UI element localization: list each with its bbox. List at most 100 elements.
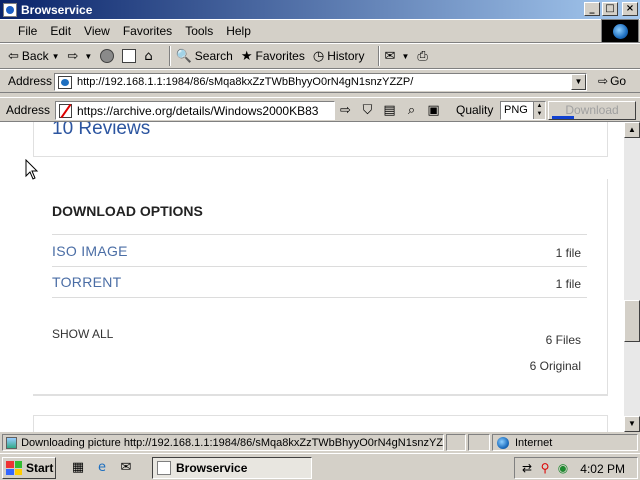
bookmark-icon[interactable]: ⛉ [359, 102, 376, 119]
search-tray-icon[interactable]: ⚲ [537, 460, 553, 476]
divider [52, 234, 587, 235]
menu-tools[interactable]: Tools [185, 24, 213, 38]
close-button[interactable]: × [622, 2, 638, 16]
outlook-express-icon[interactable]: ✉ [118, 460, 134, 476]
stop-icon [100, 49, 115, 63]
ext-address-url: https://archive.org/details/Windows2000K… [77, 103, 319, 118]
status-text-panel: Downloading picture http://192.168.1.1:1… [2, 434, 444, 451]
find-icon[interactable]: ⌕ [403, 102, 420, 119]
quality-spinner-icon[interactable]: ▲ ▼ [533, 102, 545, 119]
vertical-scrollbar[interactable]: ▲ ▼ [624, 122, 640, 432]
history-button[interactable]: ◷ History [313, 45, 365, 67]
internet-zone-icon [497, 436, 509, 449]
address-dropdown-icon[interactable]: ▼ [571, 74, 586, 90]
forward-arrow-icon: ⇨ [67, 48, 79, 64]
system-tray: ⇄ ⚲ ◉ 4:02 PM [514, 457, 638, 479]
ext-address-label: Address [6, 102, 51, 117]
mail-button[interactable]: ✉ ▼ [385, 45, 410, 67]
torrent-count: 1 file [555, 277, 581, 291]
window-title: Browservice [21, 2, 93, 17]
address-label: Address [8, 74, 53, 88]
files-count: 6 Files [545, 333, 581, 347]
address-url: http://192.168.1.1:1984/86/sMqa8kxZzTWbB… [77, 76, 414, 88]
quality-label: Quality [456, 103, 494, 117]
internet-explorer-icon[interactable]: e [94, 460, 110, 476]
clock: 4:02 PM [580, 462, 625, 476]
show-all-link[interactable]: SHOW ALL [52, 327, 113, 341]
network-icon[interactable]: ⇄ [519, 460, 535, 476]
search-button[interactable]: 🔍 Search [176, 45, 233, 67]
taskbar: Start ▦ e ✉ Browservice ⇄ ⚲ ◉ 4:02 PM [0, 453, 640, 480]
forward-button[interactable]: ⇨ ▼ [68, 45, 93, 67]
torrent-link[interactable]: TORRENT [52, 274, 122, 290]
divider [52, 266, 587, 267]
taskbar-item-label: Browservice [176, 461, 248, 475]
minimize-button[interactable]: _ [584, 2, 600, 16]
favorites-label: Favorites [255, 49, 305, 63]
back-button[interactable]: ⇦ Back ▼ [8, 45, 60, 67]
divider [52, 297, 587, 298]
download-picture-icon [6, 436, 18, 449]
windows-logo-icon [6, 461, 22, 475]
back-arrow-icon: ⇦ [8, 48, 19, 64]
volume-icon[interactable]: ◉ [555, 460, 571, 476]
menu-edit[interactable]: Edit [50, 24, 71, 38]
ie-throbber-icon [601, 19, 639, 43]
card-bottom-border [33, 395, 608, 396]
security-zone-panel: Internet [492, 434, 638, 451]
print-icon: ⎙ [417, 48, 428, 64]
menu-view[interactable]: View [84, 24, 110, 38]
search-icon: 🔍 [175, 48, 192, 64]
mouse-pointer-icon [25, 159, 39, 180]
iso-image-link[interactable]: ISO IMAGE [52, 243, 128, 259]
home-icon: ⌂ [144, 48, 153, 64]
window-controls: _ □ × [584, 2, 638, 16]
menu-favorites[interactable]: Favorites [123, 24, 172, 38]
status-text: Downloading picture http://192.168.1.1:1… [21, 436, 443, 449]
maximize-button[interactable]: □ [602, 2, 618, 16]
show-desktop-icon[interactable]: ▦ [70, 460, 86, 476]
status-panel [446, 434, 466, 451]
quality-select[interactable]: PNG ▲ ▼ [500, 101, 546, 120]
toolbar-separator [377, 46, 380, 66]
address-input[interactable]: http://192.168.1.1:1984/86/sMqa8kxZzTWbB… [54, 73, 587, 91]
browser-app-icon [157, 461, 171, 475]
stop-button[interactable] [100, 45, 115, 67]
page-content: 10 Reviews DOWNLOAD OPTIONS ISO IMAGE 1 … [0, 122, 624, 432]
next-section-card [33, 415, 608, 432]
go-arrow-icon: ⇨ [598, 74, 609, 88]
ext-nav-icons: ⇨ ⛉ ▤ ⌕ ▣ [337, 102, 442, 119]
menu-bar: File Edit View Favorites Tools Help [0, 19, 640, 43]
print-button[interactable]: ⎙ [417, 45, 430, 67]
scroll-down-icon[interactable]: ▼ [624, 416, 640, 432]
reviews-title[interactable]: 10 Reviews [52, 122, 150, 140]
scroll-thumb[interactable] [624, 300, 640, 342]
favorites-button[interactable]: ★ Favorites [241, 45, 305, 67]
quality-value: PNG [504, 104, 528, 116]
ext-go-arrow-icon[interactable]: ⇨ [337, 102, 354, 119]
taskbar-browservice-item[interactable]: Browservice [152, 457, 312, 479]
forward-dropdown-icon[interactable]: ▼ [84, 52, 92, 61]
back-dropdown-icon[interactable]: ▼ [52, 52, 60, 61]
browser-app-icon [3, 2, 17, 17]
mail-dropdown-icon: ▼ [401, 51, 410, 61]
history-label: History [327, 49, 365, 63]
start-button[interactable]: Start [2, 457, 56, 479]
refresh-button[interactable] [122, 45, 137, 67]
status-bar: Downloading picture http://192.168.1.1:1… [0, 432, 640, 453]
back-label: Back [21, 49, 49, 63]
status-panel [468, 434, 490, 451]
home-button[interactable]: ⌂ [144, 45, 155, 67]
menu-file[interactable]: File [18, 24, 37, 38]
scroll-up-icon[interactable]: ▲ [624, 122, 640, 138]
history-icon: ◷ [312, 48, 325, 64]
browservice-toolbar: Address https://archive.org/details/Wind… [0, 97, 640, 122]
go-label: Go [610, 74, 627, 88]
go-button[interactable]: ⇨ Go [598, 74, 626, 88]
clipboard-icon[interactable]: ▣ [425, 102, 442, 119]
iso-image-count: 1 file [555, 246, 581, 260]
bookmarks-list-icon[interactable]: ▤ [381, 102, 398, 119]
ext-address-input[interactable]: https://archive.org/details/Windows2000K… [55, 101, 335, 120]
menu-help[interactable]: Help [226, 24, 251, 38]
zone-label: Internet [515, 436, 553, 449]
